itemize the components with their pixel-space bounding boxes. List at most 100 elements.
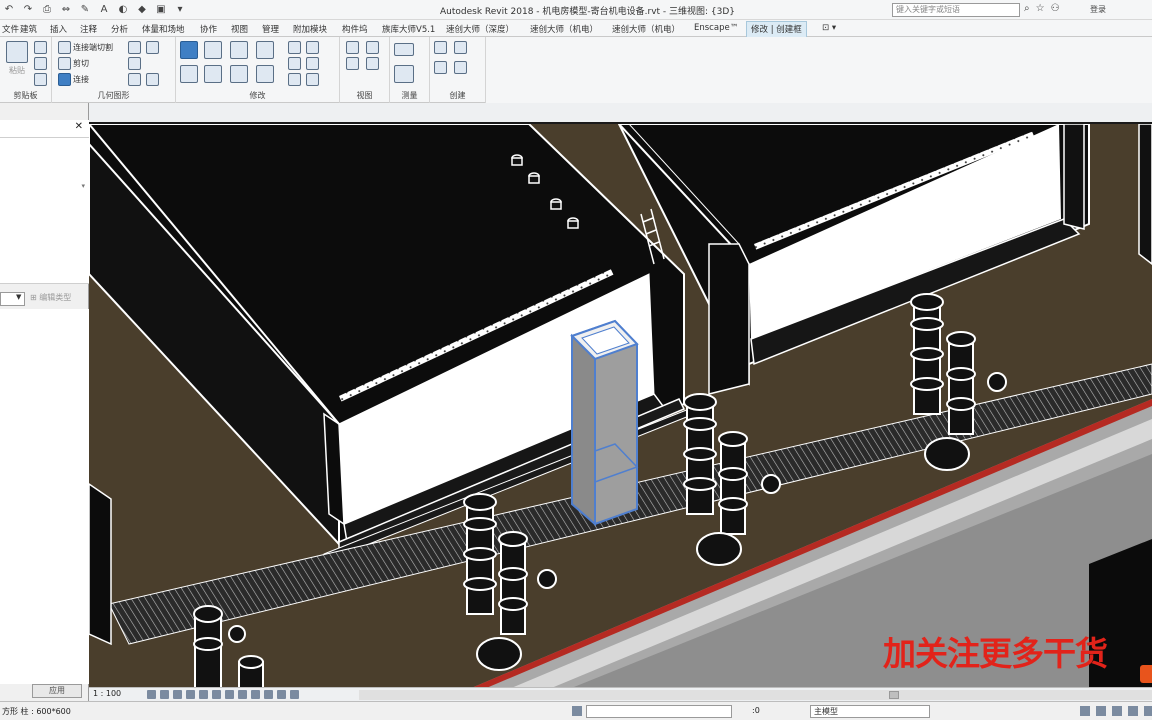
sun-path-icon[interactable] (173, 690, 182, 699)
split-gap-icon[interactable] (306, 41, 319, 54)
create-assembly-icon[interactable] (434, 41, 447, 54)
linework-icon[interactable] (346, 57, 359, 70)
selected-column[interactable] (570, 319, 639, 527)
pin-icon[interactable] (288, 73, 301, 86)
open-icon[interactable]: ↶ (2, 3, 16, 17)
cut-geometry-button[interactable]: 剪切 (58, 57, 89, 70)
select-links-icon[interactable] (1080, 706, 1090, 716)
tab-massing[interactable]: 体量和场地 (142, 23, 185, 35)
tab-architecture[interactable]: 建筑 (20, 23, 37, 35)
rotate-icon[interactable] (230, 65, 248, 83)
hide-icon[interactable] (346, 41, 359, 54)
tab-addins[interactable]: 附加模块 (293, 23, 327, 35)
match-icon[interactable] (34, 73, 47, 86)
scrollbar-thumb[interactable] (889, 691, 899, 699)
pick-icon[interactable] (146, 73, 159, 86)
join-button[interactable]: 连接 (58, 73, 89, 86)
horizontal-scrollbar[interactable] (359, 690, 1152, 700)
select-face-icon[interactable] (1128, 706, 1138, 716)
analytical-icon[interactable] (277, 690, 286, 699)
type-dropdown-icon[interactable]: ▾ (81, 182, 85, 190)
measure-icon[interactable]: ⇔ (59, 3, 73, 17)
override-icon[interactable] (366, 41, 379, 54)
temp-hide-icon[interactable] (251, 690, 260, 699)
edit-type-button[interactable]: ⊞ 编辑类型 (30, 292, 71, 303)
select-pinned-icon[interactable] (1112, 706, 1122, 716)
tab-view[interactable]: 视图 (231, 23, 248, 35)
tab-analyze[interactable]: 分析 (111, 23, 128, 35)
select-underlay-icon[interactable] (1096, 706, 1106, 716)
create-similar-icon[interactable] (454, 61, 467, 74)
create-group-icon[interactable] (434, 61, 447, 74)
signin-button[interactable]: 登录 (1090, 4, 1106, 15)
line-style-icon[interactable] (366, 57, 379, 70)
scale-icon[interactable] (306, 57, 319, 70)
filter-dropdown-icon[interactable]: ▼ (16, 293, 21, 301)
tab-component[interactable]: 构件坞 (342, 23, 368, 35)
print-icon[interactable]: ⎙ (40, 3, 54, 17)
text-icon[interactable]: A (97, 3, 111, 17)
tab-enscape[interactable]: Enscape™ (694, 23, 738, 33)
array-icon[interactable] (288, 57, 301, 70)
star-icon[interactable]: ☆ (1036, 3, 1045, 14)
highlight-icon[interactable] (290, 690, 299, 699)
mirror-draw-icon[interactable] (256, 41, 274, 59)
3d-view-icon[interactable]: ◐ (116, 3, 130, 17)
tab-quick-deep[interactable]: 速创大师（深度） (446, 23, 514, 35)
offset-icon[interactable] (204, 41, 222, 59)
properties-list[interactable] (0, 309, 89, 684)
crop-icon[interactable] (212, 690, 221, 699)
tab-modify-create[interactable]: 修改 | 创建框 (746, 21, 807, 37)
model-canvas[interactable] (89, 124, 1152, 687)
mirror-axis-icon[interactable] (230, 41, 248, 59)
shadows-icon[interactable] (186, 690, 195, 699)
demolish-icon[interactable] (128, 73, 141, 86)
delete-icon[interactable] (306, 73, 319, 86)
detail-level-icon[interactable] (147, 690, 156, 699)
split-icon[interactable] (288, 41, 301, 54)
split-face-icon[interactable] (146, 41, 159, 54)
tab-quick-mep-2[interactable]: 速创大师（机电） (612, 23, 680, 35)
copy-icon[interactable] (34, 57, 47, 70)
join-cut-button[interactable]: 连接端切割 (58, 41, 113, 54)
tab-insert[interactable]: 插入 (50, 23, 67, 35)
undo-icon[interactable]: ↷ (21, 3, 35, 17)
apply-button[interactable]: 应用 (32, 684, 82, 698)
move-icon[interactable] (180, 65, 198, 83)
visual-style-icon[interactable] (160, 690, 169, 699)
create-parts-icon[interactable] (454, 41, 467, 54)
reveal-hidden-icon[interactable] (264, 690, 273, 699)
paste-button[interactable]: 粘贴 (6, 41, 28, 76)
copy-element-icon[interactable] (204, 65, 222, 83)
tab-manage[interactable]: 管理 (262, 23, 279, 35)
render-icon[interactable] (199, 690, 208, 699)
window-icon[interactable]: ▣ (154, 3, 168, 17)
close-icon[interactable]: ✕ (75, 121, 83, 132)
trim-icon[interactable] (256, 65, 274, 83)
user-icon[interactable]: ⚇ (1051, 3, 1060, 14)
tab-extra-icon[interactable]: ⊡ ▾ (822, 23, 836, 33)
qat-dropdown-icon[interactable]: ▾ (173, 3, 187, 17)
workset-select[interactable] (586, 705, 732, 718)
type-selector[interactable]: ▾ (0, 138, 89, 284)
design-option-select[interactable]: 主模型 (810, 705, 930, 718)
wall-join-icon[interactable] (128, 41, 141, 54)
tab-family-library[interactable]: 族库大师V5.1 (382, 23, 435, 35)
section-icon[interactable]: ◆ (135, 3, 149, 17)
tab-annotate[interactable]: 注释 (80, 23, 97, 35)
lock-view-icon[interactable] (238, 690, 247, 699)
dimension-icon[interactable] (394, 65, 414, 83)
tab-collaborate[interactable]: 协作 (200, 23, 217, 35)
show-crop-icon[interactable] (225, 690, 234, 699)
view-scale[interactable]: 1 : 100 (93, 689, 121, 698)
paint-icon[interactable] (128, 57, 141, 70)
cut-icon[interactable] (34, 41, 47, 54)
measure-between-icon[interactable] (394, 43, 414, 56)
align-icon[interactable] (180, 41, 198, 59)
binoculars-icon[interactable]: ⌕ (1024, 3, 1030, 14)
tab-quick-mep-1[interactable]: 速创大师（机电） (530, 23, 598, 35)
filter-icon[interactable] (1144, 706, 1152, 716)
tab-file[interactable]: 文件 (2, 23, 19, 35)
3d-viewport[interactable] (89, 122, 1152, 687)
annotate-icon[interactable]: ✎ (78, 3, 92, 17)
